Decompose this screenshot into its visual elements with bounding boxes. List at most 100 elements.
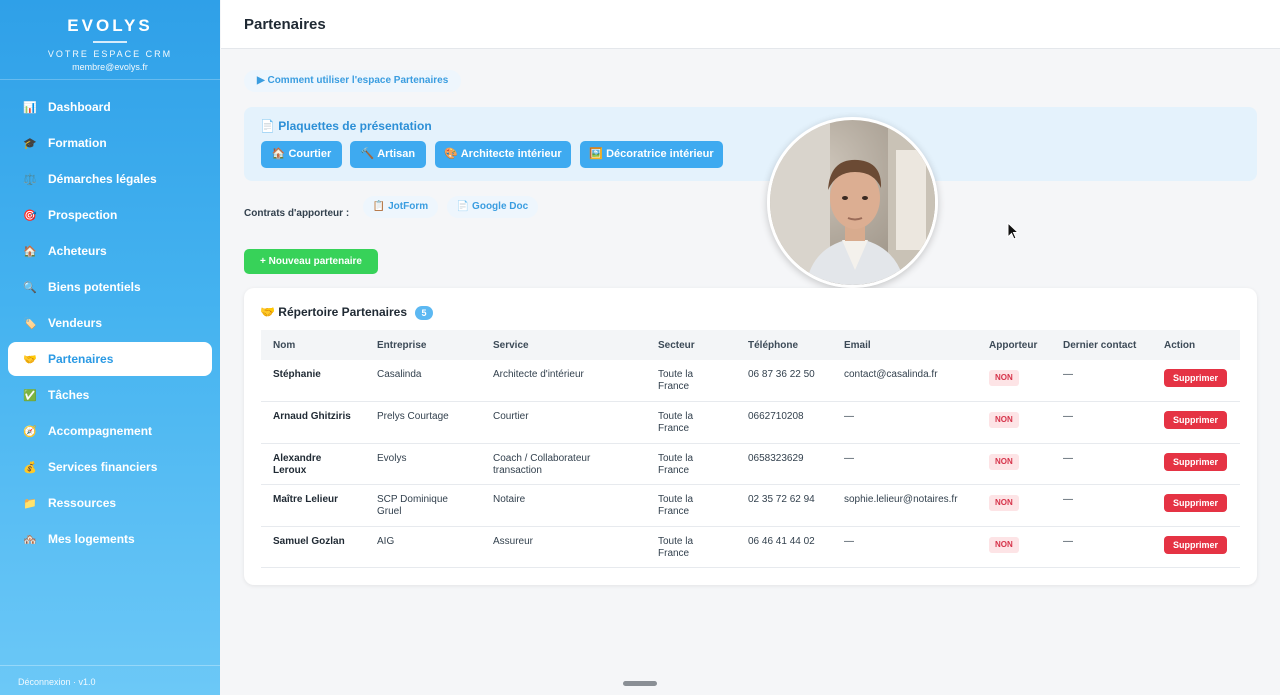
table-row[interactable]: Samuel Gozlan AIG Assureur Toute la Fran… [261, 526, 1240, 568]
home-indicator [623, 681, 657, 686]
cell-action: Supprimer [1152, 360, 1240, 402]
chart-icon: 📊 [23, 101, 37, 114]
table-row[interactable]: Arnaud Ghitziris Prelys Courtage Courtie… [261, 401, 1240, 444]
cell-dernier-contact: — [1051, 360, 1152, 402]
column-header-secteur[interactable]: Secteur [646, 330, 736, 360]
sidebar-item-label: Mes logements [48, 532, 135, 546]
houses-icon: 🏘️ [23, 533, 37, 546]
cell-secteur: Toute la France [646, 443, 736, 485]
sidebar-item-label: Dashboard [48, 100, 111, 114]
partners-directory-card: 🤝 Répertoire Partenaires 5 Nom Entrepris… [244, 288, 1257, 585]
cell-apporteur: NON [977, 484, 1051, 527]
checkbox-icon: ✅ [23, 389, 37, 402]
cell-action: Supprimer [1152, 484, 1240, 527]
cell-secteur: Toute la France [646, 484, 736, 527]
sidebar-item-acheteurs[interactable]: 🏠 Acheteurs [8, 234, 212, 268]
table-row[interactable]: Stéphanie Casalinda Architecte d'intérie… [261, 360, 1240, 402]
sidebar-item-vendeurs[interactable]: 🏷️ Vendeurs [8, 306, 212, 340]
brand-block: EVOLYS VOTRE ESPACE CRM membre@evolys.fr [0, 0, 220, 80]
directory-title: 🤝 Répertoire Partenaires [260, 305, 407, 319]
money-bag-icon: 💰 [23, 461, 37, 474]
plaquette-artisan-button[interactable]: 🔨 Artisan [350, 141, 426, 168]
cell-action: Supprimer [1152, 526, 1240, 568]
google-doc-link[interactable]: 📄 Google Doc [447, 196, 538, 218]
column-header-nom[interactable]: Nom [261, 330, 365, 360]
sidebar-item-dashboard[interactable]: 📊 Dashboard [8, 90, 212, 124]
table-row[interactable]: Maître Lelieur SCP Dominique Gruel Notai… [261, 484, 1240, 527]
column-header-service[interactable]: Service [481, 330, 646, 360]
sidebar-item-label: Tâches [48, 388, 90, 402]
cell-telephone: 06 46 41 44 02 [736, 526, 832, 568]
cell-action: Supprimer [1152, 401, 1240, 444]
sidebar-item-label: Acheteurs [48, 244, 107, 258]
delete-button[interactable]: Supprimer [1164, 494, 1228, 512]
delete-button[interactable]: Supprimer [1164, 369, 1228, 387]
sidebar-item-ressources[interactable]: 📁 Ressources [8, 486, 212, 520]
sidebar-item-taches[interactable]: ✅ Tâches [8, 378, 212, 412]
column-header-entreprise[interactable]: Entreprise [365, 330, 481, 360]
cell-secteur: Toute la France [646, 401, 736, 444]
column-header-email[interactable]: Email [832, 330, 977, 360]
column-header-apporteur[interactable]: Apporteur [977, 330, 1051, 360]
cell-secteur: Toute la France [646, 526, 736, 568]
graduation-cap-icon: 🎓 [23, 137, 37, 150]
cell-email: — [832, 526, 977, 568]
plaquette-architecte-button[interactable]: 🎨 Architecte intérieur [435, 141, 571, 168]
brand-name: EVOLYS [67, 16, 153, 35]
delete-button[interactable]: Supprimer [1164, 411, 1228, 429]
sidebar-item-formation[interactable]: 🎓 Formation [8, 126, 212, 160]
cell-email: — [832, 401, 977, 444]
contrats-label: Contrats d'apporteur : [244, 208, 350, 219]
sidebar-item-mes-logements[interactable]: 🏘️ Mes logements [8, 522, 212, 556]
sidebar-item-label: Vendeurs [48, 316, 103, 330]
apporteur-badge: NON [989, 370, 1019, 386]
sidebar-item-label: Démarches légales [48, 172, 157, 186]
cell-apporteur: NON [977, 360, 1051, 402]
sidebar-item-partenaires[interactable]: 🤝 Partenaires [8, 342, 212, 376]
cell-telephone: 0662710208 [736, 401, 832, 444]
sidebar-item-biens[interactable]: 🔍 Biens potentiels [8, 270, 212, 304]
brand-tagline: VOTRE ESPACE CRM [47, 49, 173, 59]
sidebar-item-accompagnement[interactable]: 🧭 Accompagnement [8, 414, 212, 448]
person-video-image [770, 120, 935, 285]
sidebar-item-label: Accompagnement [48, 424, 153, 438]
table-row[interactable]: Alexandre Leroux Evolys Coach / Collabor… [261, 443, 1240, 485]
folder-icon: 📁 [23, 497, 37, 510]
cell-dernier-contact: — [1051, 401, 1152, 444]
column-header-action: Action [1164, 339, 1196, 351]
column-header-telephone[interactable]: Téléphone [736, 330, 832, 360]
sidebar-item-prospection[interactable]: 🎯 Prospection [8, 198, 212, 232]
cell-dernier-contact: — [1051, 526, 1152, 568]
sidebar-item-label: Services financiers [48, 460, 158, 474]
user-email: membre@evolys.fr [72, 62, 148, 72]
guide-link[interactable]: ▶ Comment utiliser l'espace Partenaires [244, 70, 462, 92]
top-header: Partenaires [221, 0, 1280, 49]
cell-entreprise: SCP Dominique Gruel [365, 484, 481, 527]
sidebar-item-label: Partenaires [48, 352, 114, 366]
sidebar-item-label: Ressources [48, 496, 117, 510]
delete-button[interactable]: Supprimer [1164, 535, 1228, 554]
mouse-cursor-icon [1007, 222, 1019, 240]
apporteur-badge: NON [989, 453, 1019, 470]
new-partner-button[interactable]: + Nouveau partenaire [244, 249, 378, 274]
cell-email: — [832, 443, 977, 485]
sidebar-item-demarches[interactable]: ⚖️ Démarches légales [8, 162, 212, 196]
cell-action: Supprimer [1152, 443, 1240, 485]
logout-link[interactable]: Déconnexion · v1.0 [0, 665, 220, 695]
cell-telephone: 02 35 72 62 94 [736, 484, 832, 527]
plaquette-courtier-button[interactable]: 🏠 Courtier [261, 141, 342, 168]
cell-entreprise: Casalinda [365, 360, 481, 402]
delete-button[interactable]: Supprimer [1164, 452, 1228, 471]
cell-dernier-contact: — [1051, 484, 1152, 527]
sidebar-item-services-financiers[interactable]: 💰 Services financiers [8, 450, 212, 484]
cell-nom: Samuel Gozlan [261, 526, 365, 568]
house-icon: 🏠 [23, 245, 37, 258]
cell-dernier-contact: — [1051, 443, 1152, 485]
cell-telephone: 06 87 36 22 50 [736, 360, 832, 402]
cell-service: Assureur [481, 526, 646, 568]
cell-secteur: Toute la France [646, 360, 736, 402]
apporteur-badge: NON [989, 536, 1019, 553]
column-header-dernier-contact[interactable]: Dernier contact [1051, 330, 1152, 360]
jotform-link[interactable]: 📋 JotForm [363, 196, 438, 218]
plaquette-decoratrice-button[interactable]: 🖼️ Décoratrice intérieur [580, 141, 723, 168]
